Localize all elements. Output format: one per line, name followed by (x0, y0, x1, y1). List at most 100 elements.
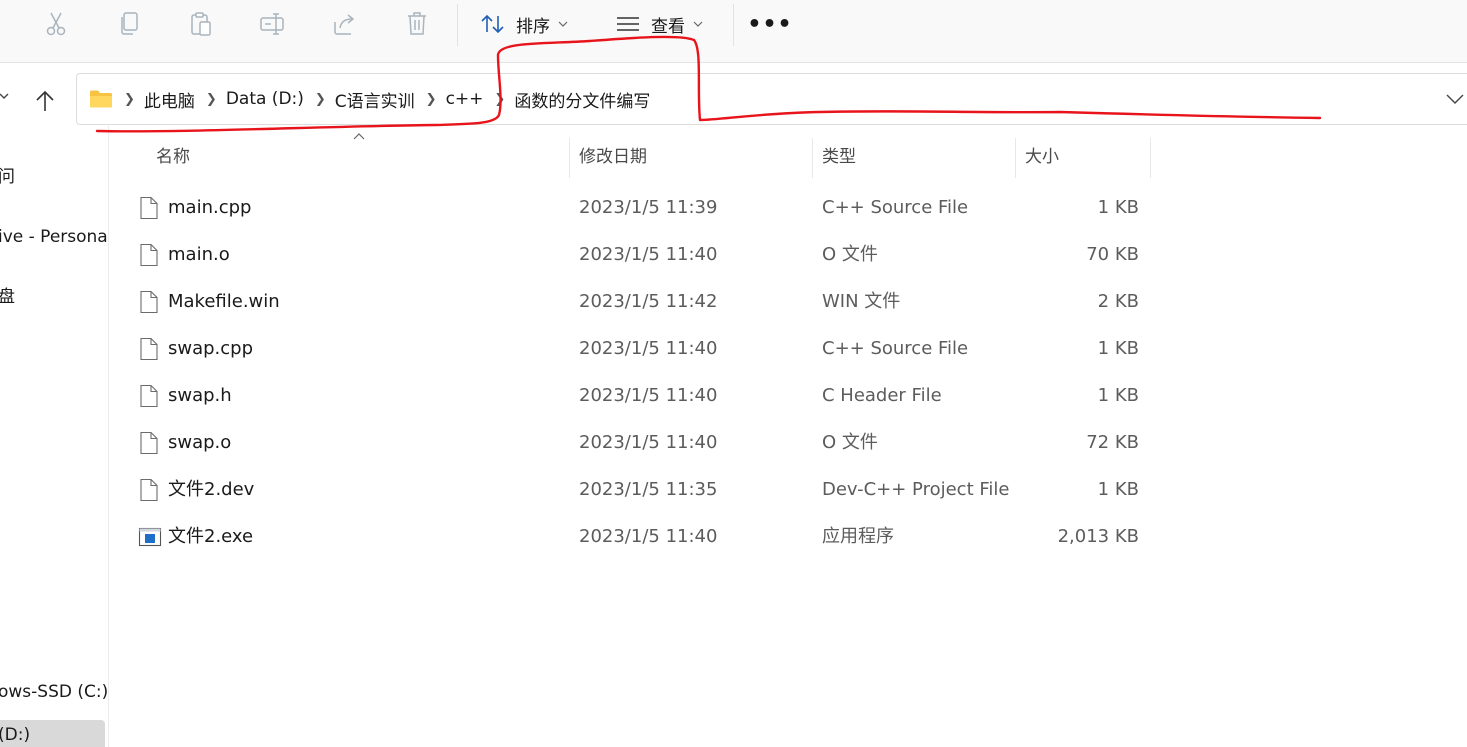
arrow-up-icon (36, 90, 54, 111)
nav-item-label: (D:) (0, 725, 31, 745)
view-label: 查看 (651, 16, 685, 37)
file-date-modified: 2023/1/5 11:40 (579, 338, 718, 359)
rename-icon[interactable] (255, 8, 291, 40)
more-options-button[interactable]: ••• (747, 8, 791, 40)
column-date-modified[interactable]: 修改日期 (579, 136, 647, 178)
toolbar-divider (457, 4, 458, 46)
file-size: 2,013 KB (1057, 526, 1139, 547)
document-icon (138, 337, 160, 361)
table-row[interactable]: main.o 2023/1/5 11:40 O 文件 70 KB (108, 231, 1158, 278)
column-size[interactable]: 大小 (1025, 136, 1059, 178)
command-bar: 排序 查看 ••• (0, 0, 1467, 63)
up-button[interactable] (28, 84, 62, 118)
file-name: swap.cpp (168, 338, 254, 359)
file-type: C Header File (822, 385, 942, 406)
file-size: 1 KB (1097, 338, 1139, 359)
file-explorer-window: 排序 查看 ••• ❯ 此电脑 ❯ Data (D:) ❯ C语言实训 ❯ c+… (0, 0, 1467, 747)
breadcrumb-current-folder[interactable]: 函数的分文件编写 (514, 87, 650, 112)
table-row[interactable]: swap.h 2023/1/5 11:40 C Header File 1 KB (108, 372, 1158, 419)
chevron-down-icon[interactable] (0, 86, 12, 110)
breadcrumb-this-pc[interactable]: 此电脑 (144, 87, 195, 112)
chevron-down-icon (558, 21, 568, 27)
nav-item-quick-access[interactable]: 问 (0, 162, 15, 192)
document-icon (138, 384, 160, 408)
nav-item-onedrive[interactable]: ive - Persona (0, 222, 108, 252)
file-type: 应用程序 (822, 526, 894, 547)
sort-icon (481, 14, 504, 34)
file-size: 70 KB (1086, 244, 1139, 265)
table-row[interactable]: main.cpp 2023/1/5 11:39 C++ Source File 1 K… (108, 184, 1158, 231)
column-header: 名称 修改日期 类型 大小 (108, 133, 1158, 178)
paste-icon[interactable] (183, 8, 219, 40)
breadcrumb-separator[interactable]: ❯ (206, 92, 217, 107)
column-divider[interactable] (1015, 138, 1016, 178)
file-date-modified: 2023/1/5 11:40 (579, 385, 718, 406)
column-type[interactable]: 类型 (822, 136, 856, 178)
folder-icon (90, 90, 112, 108)
address-bar[interactable]: ❯ 此电脑 ❯ Data (D:) ❯ C语言实训 ❯ c++ ❯ 函数的分文件… (76, 73, 1467, 125)
file-size: 1 KB (1097, 197, 1139, 218)
chevron-down-icon[interactable] (1443, 87, 1467, 111)
delete-icon[interactable] (399, 8, 435, 40)
column-name[interactable]: 名称 (156, 136, 190, 178)
breadcrumb-separator[interactable]: ❯ (494, 92, 505, 107)
chevron-down-icon (693, 21, 703, 27)
table-row[interactable]: swap.o 2023/1/5 11:40 O 文件 72 KB (108, 419, 1158, 466)
breadcrumb: ❯ 此电脑 ❯ Data (D:) ❯ C语言实训 ❯ c++ ❯ 函数的分文件… (89, 74, 650, 124)
file-size: 1 KB (1097, 479, 1139, 500)
breadcrumb-separator[interactable]: ❯ (315, 92, 326, 107)
copy-icon[interactable] (111, 8, 147, 40)
application-icon (138, 525, 162, 549)
file-date-modified: 2023/1/5 11:40 (579, 244, 718, 265)
file-type: Dev-C++ Project File (822, 479, 1010, 500)
share-icon[interactable] (327, 8, 363, 40)
file-name: 文件2.exe (168, 526, 254, 547)
file-size: 1 KB (1097, 385, 1139, 406)
file-name: main.cpp (168, 197, 252, 218)
table-row[interactable]: swap.cpp 2023/1/5 11:40 C++ Source File 1 K… (108, 325, 1158, 372)
breadcrumb-separator[interactable]: ❯ (124, 92, 135, 107)
column-divider[interactable] (1150, 138, 1151, 178)
file-date-modified: 2023/1/5 11:35 (579, 479, 718, 500)
file-type: C++ Source File (822, 197, 969, 218)
document-icon (138, 431, 160, 455)
view-list-icon (617, 17, 639, 31)
file-name: 文件2.dev (168, 479, 255, 500)
document-icon (138, 478, 160, 502)
file-size: 2 KB (1097, 291, 1139, 312)
file-size: 72 KB (1086, 432, 1139, 453)
nav-item-c-drive[interactable]: ows-SSD (C:) (0, 677, 108, 707)
table-row[interactable]: 文件2.exe 2023/1/5 11:40 应用程序 2,013 KB (108, 513, 1158, 560)
document-icon (138, 196, 160, 220)
file-date-modified: 2023/1/5 11:40 (579, 432, 718, 453)
nav-item-d-drive[interactable]: (D:) (0, 720, 105, 747)
document-icon (138, 290, 160, 314)
nav-item-disk[interactable]: 盘 (0, 282, 15, 312)
table-row[interactable]: 文件2.dev 2023/1/5 11:35 Dev-C++ Project Fil… (108, 466, 1158, 513)
file-list: main.cpp 2023/1/5 11:39 C++ Source File 1 K… (108, 184, 1158, 560)
column-divider[interactable] (812, 138, 813, 178)
file-name: main.o (168, 244, 230, 265)
breadcrumb-separator[interactable]: ❯ (426, 92, 437, 107)
sort-button[interactable]: 排序 (480, 8, 568, 40)
toolbar-divider (733, 4, 734, 46)
cut-icon[interactable] (38, 8, 74, 40)
sort-label: 排序 (516, 16, 550, 37)
file-name: swap.h (168, 385, 232, 406)
file-type: O 文件 (822, 432, 878, 453)
file-type: WIN 文件 (822, 291, 901, 312)
file-name: swap.o (168, 432, 232, 453)
file-date-modified: 2023/1/5 11:40 (579, 526, 718, 547)
column-divider[interactable] (569, 138, 570, 178)
file-type: O 文件 (822, 244, 878, 265)
file-date-modified: 2023/1/5 11:39 (579, 197, 718, 218)
breadcrumb-c-training[interactable]: C语言实训 (335, 87, 415, 112)
table-row[interactable]: Makefile.win 2023/1/5 11:42 WIN 文件 2 KB (108, 278, 1158, 325)
breadcrumb-cpp[interactable]: c++ (446, 89, 484, 109)
document-icon (138, 243, 160, 267)
file-name: Makefile.win (168, 291, 280, 312)
breadcrumb-data-drive[interactable]: Data (D:) (226, 89, 304, 109)
file-type: C++ Source File (822, 338, 969, 359)
sort-ascending-icon (353, 133, 365, 140)
view-button[interactable]: 查看 (615, 8, 703, 40)
